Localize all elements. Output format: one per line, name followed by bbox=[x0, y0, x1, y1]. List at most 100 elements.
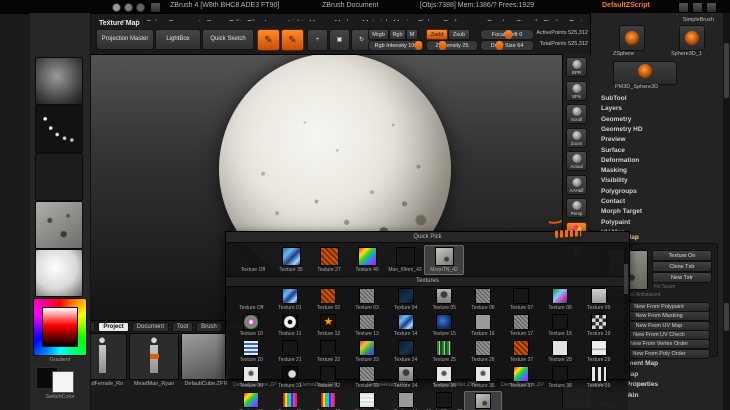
texture-thumbnail[interactable] bbox=[359, 392, 376, 408]
tool-section-header[interactable]: Layers bbox=[601, 105, 622, 112]
menu-item[interactable]: Render bbox=[487, 20, 510, 21]
quick-pick-item[interactable]: Texture 27 bbox=[310, 245, 348, 275]
zsub-button[interactable]: Zsub bbox=[448, 29, 470, 40]
texture-grid-item[interactable]: Texture 08 bbox=[541, 287, 580, 312]
lightbox-tab[interactable]: Project bbox=[98, 322, 129, 332]
quick-sketch-button[interactable]: Quick Sketch bbox=[202, 29, 254, 50]
texture-thumbnail[interactable] bbox=[436, 314, 453, 330]
texture-grid-item[interactable]: Texture 13 bbox=[348, 313, 387, 338]
texture-thumbnail[interactable] bbox=[436, 340, 453, 356]
lightbox-project-tile[interactable]: MeadMan_Ryan bbox=[129, 333, 179, 387]
texture-thumbnail[interactable] bbox=[320, 314, 337, 330]
texture-thumbnail[interactable] bbox=[359, 340, 376, 356]
scale-mode-button[interactable]: ▣ bbox=[329, 29, 350, 51]
texture-thumbnail[interactable] bbox=[320, 366, 337, 382]
color-picker[interactable] bbox=[33, 298, 87, 356]
texture-grid-item[interactable]: Texture 36 bbox=[464, 365, 503, 390]
tool-thumb-zsphere[interactable] bbox=[619, 25, 645, 51]
texture-thumbnail[interactable] bbox=[436, 366, 453, 382]
texture-grid-item[interactable]: Texture 35 bbox=[425, 365, 464, 390]
texture-grid-item[interactable]: Texture 18 bbox=[541, 313, 580, 338]
tool-section-header[interactable]: Contact bbox=[601, 198, 625, 205]
texture-grid-item[interactable]: Texture 16 bbox=[464, 313, 503, 338]
current-brush-swatch[interactable] bbox=[35, 57, 83, 105]
menu-item[interactable]: Draw bbox=[207, 20, 223, 21]
texture-grid-item[interactable]: Texture 23 bbox=[348, 339, 387, 364]
lightbox-tab[interactable]: Tool bbox=[172, 322, 194, 332]
texture-thumbnail[interactable] bbox=[320, 392, 337, 408]
texture-grid-item[interactable]: Texture Off bbox=[232, 287, 271, 312]
texture-on-button[interactable]: Texture On bbox=[652, 250, 712, 261]
draw-mode-button[interactable]: ✎ bbox=[281, 29, 304, 51]
menu-item[interactable]: Stencil bbox=[516, 20, 537, 21]
menu-item[interactable]: Stroke bbox=[543, 20, 563, 21]
texture-grid-item[interactable]: Texture 04 bbox=[386, 287, 425, 312]
menu-item[interactable]: Preferences bbox=[444, 20, 482, 21]
move-mode-button[interactable]: + bbox=[307, 29, 328, 51]
new-texture-button[interactable]: New Txtr bbox=[652, 272, 712, 283]
texture-grid-item[interactable]: Texture 24 bbox=[386, 339, 425, 364]
texture-grid-item[interactable]: Texture 05 bbox=[425, 287, 464, 312]
texture-thumbnail[interactable] bbox=[243, 340, 260, 356]
texture-thumbnail[interactable] bbox=[359, 288, 376, 304]
texture-thumbnail[interactable] bbox=[552, 340, 569, 356]
menu-item[interactable]: Texture bbox=[569, 20, 592, 21]
texture-thumbnail[interactable] bbox=[397, 392, 414, 408]
switch-color-label[interactable]: SwitchColor bbox=[30, 394, 90, 400]
lightbox-tab[interactable]: Brush bbox=[196, 322, 222, 332]
texture-grid-item[interactable]: Texture 20 bbox=[232, 339, 271, 364]
texture-grid-item[interactable]: Texture 37 bbox=[502, 365, 541, 390]
texture-thumbnail[interactable] bbox=[281, 340, 298, 356]
tool-section-header[interactable]: Morph Target bbox=[601, 208, 642, 215]
color-picker-inner[interactable] bbox=[42, 307, 78, 347]
projection-master-button[interactable]: Projection Master bbox=[96, 29, 154, 50]
texture-grid-item[interactable]: Texture 02 bbox=[309, 287, 348, 312]
texture-grid-item[interactable]: Texture 28 bbox=[541, 339, 580, 364]
texture-grid-item[interactable]: Texture 44 bbox=[386, 391, 425, 410]
texture-thumbnail[interactable] bbox=[590, 366, 607, 382]
menu-item[interactable]: Color bbox=[146, 20, 163, 21]
texture-thumbnail[interactable] bbox=[474, 393, 491, 409]
z-intensity-slider[interactable]: Z Intensity 25 bbox=[426, 40, 478, 51]
shelf-button[interactable]: SPix bbox=[566, 80, 587, 101]
menu-item[interactable]: Movie bbox=[393, 20, 412, 21]
menu-item[interactable]: Edit bbox=[229, 20, 241, 21]
texture-grid-item[interactable]: Texture 10 bbox=[232, 313, 271, 338]
right-scrollbar[interactable] bbox=[723, 13, 730, 410]
quick-pick-item[interactable]: Mun_69nm_42 bbox=[386, 245, 424, 275]
menu-item[interactable]: File bbox=[247, 20, 258, 21]
globe-icon[interactable] bbox=[692, 2, 703, 13]
right-scrollbar-thumb[interactable] bbox=[724, 43, 729, 98]
tool-section-header[interactable]: Preview bbox=[601, 136, 626, 143]
texture-thumbnail[interactable] bbox=[552, 314, 569, 330]
menu-item[interactable]: Layer bbox=[265, 20, 283, 21]
shelf-button[interactable]: Actual bbox=[566, 151, 587, 171]
texture-thumbnail[interactable] bbox=[552, 366, 569, 382]
texture-grid-item[interactable]: Texture 42 bbox=[309, 391, 348, 410]
rgb-intensity-slider[interactable]: Rgb Intensity 100 bbox=[368, 40, 424, 51]
secondary-color-swatch[interactable] bbox=[52, 371, 74, 393]
texture-thumbnail[interactable] bbox=[513, 366, 530, 382]
texture-grid-item[interactable]: Texture 30 bbox=[232, 365, 271, 390]
project-thumbnail[interactable] bbox=[129, 333, 179, 380]
texture-grid-item[interactable]: Texture 27 bbox=[502, 339, 541, 364]
texture-thumbnail[interactable] bbox=[243, 314, 260, 330]
tool-section-header[interactable]: Visibility bbox=[601, 177, 628, 184]
current-tool-tile[interactable] bbox=[613, 61, 677, 85]
quick-pick-item[interactable]: Texture 40 bbox=[348, 245, 386, 275]
texture-grid-item[interactable]: Texture 14 bbox=[386, 313, 425, 338]
texture-thumbnail[interactable] bbox=[474, 366, 491, 382]
shelf-button[interactable]: Persp bbox=[566, 198, 587, 218]
default-zscript-button[interactable]: DefaultZScript bbox=[602, 2, 650, 9]
menu-item[interactable]: Light bbox=[288, 20, 303, 21]
window-zoom-button[interactable] bbox=[136, 3, 145, 12]
lightbox-button[interactable]: LightBox bbox=[155, 29, 201, 50]
texture-thumbnail[interactable] bbox=[359, 314, 376, 330]
texture-thumbnail[interactable] bbox=[243, 366, 260, 382]
texture-thumbnail[interactable] bbox=[436, 392, 453, 408]
texture-grid-item[interactable]: Texture 29 bbox=[579, 339, 618, 364]
project-thumbnail[interactable] bbox=[181, 333, 231, 380]
shelf-button[interactable]: Scroll bbox=[566, 104, 587, 124]
tool-section-header[interactable]: Masking bbox=[601, 167, 627, 174]
texture-thumbnail[interactable] bbox=[243, 392, 260, 408]
